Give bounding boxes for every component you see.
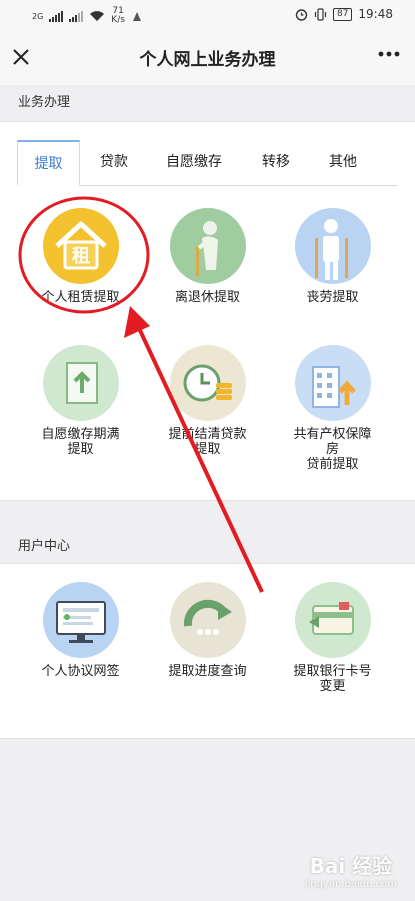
early-settlement-withdraw-item[interactable]: 提前结清贷款 提取 — [145, 345, 270, 457]
tab-voluntary-deposit[interactable]: 自愿缴存 — [148, 140, 240, 186]
disability-withdraw-label: 丧劳提取 — [306, 290, 359, 305]
shared-property-withdraw-label: 共有产权保障 房 贷前提取 — [293, 427, 372, 472]
clock-coins-icon — [169, 345, 246, 421]
notification-icon — [132, 12, 141, 21]
progress-arrow-icon — [169, 582, 246, 658]
disability-withdraw-item[interactable]: 丧劳提取 — [270, 208, 395, 305]
signal-icon — [49, 10, 64, 22]
user-center-section-title: 用户中心 — [18, 539, 71, 554]
watermark: Bai 经验 jingyan.baidu.com — [305, 850, 397, 890]
watermark-sub: jingyan.baidu.com — [304, 879, 397, 890]
wifi-icon — [90, 11, 105, 21]
shared-property-withdraw-item[interactable]: 共有产权保障 房 贷前提取 — [270, 345, 395, 472]
business-tabs: 提取 贷款 自愿缴存 转移 其他 — [17, 140, 397, 186]
voluntary-deposit-withdraw-label: 自愿缴存期满 提取 — [41, 427, 120, 457]
network-type: 2G — [32, 11, 44, 21]
net-speed: 71 K/s — [111, 6, 125, 25]
signal-icon-2 — [69, 10, 84, 22]
tab-withdraw[interactable]: 提取 — [17, 140, 80, 186]
bank-card-change-item[interactable]: 提取银行卡号 变更 — [270, 582, 395, 694]
monitor-contract-icon — [42, 582, 119, 658]
battery-icon: 87 — [332, 7, 353, 21]
retirement-withdraw-label: 离退休提取 — [174, 290, 240, 305]
status-right: 87 19:48 — [295, 7, 393, 21]
alarm-icon — [295, 8, 308, 21]
rent-withdraw-label: 个人租赁提取 — [41, 290, 120, 305]
status-bar: 2G 71 K/s 87 19:48 — [0, 0, 415, 30]
watermark-text: Bai 经验 — [309, 854, 393, 878]
user-center-card: 个人协议网签 提取进度查询 提取银行卡号 变更 — [0, 563, 415, 739]
building-icon — [294, 345, 371, 421]
page-title: 个人网上业务办理 — [139, 50, 276, 70]
voluntary-deposit-withdraw-item[interactable]: 自愿缴存期满 提取 — [18, 345, 143, 457]
tab-loan[interactable]: 贷款 — [80, 140, 148, 186]
agreement-sign-label: 个人协议网签 — [41, 664, 120, 679]
rent-house-icon: 租 — [42, 208, 119, 284]
nav-bar: 个人网上业务办理 — [0, 30, 415, 85]
progress-query-item[interactable]: 提取进度查询 — [145, 582, 270, 679]
elderly-person-icon — [169, 208, 246, 284]
early-settlement-withdraw-label: 提前结清贷款 提取 — [168, 427, 247, 457]
retirement-withdraw-item[interactable]: 离退休提取 — [145, 208, 270, 305]
more-icon[interactable] — [377, 42, 401, 72]
rent-badge-text: 租 — [72, 245, 90, 267]
bank-card-change-label: 提取银行卡号 变更 — [293, 664, 372, 694]
status-left: 2G 71 K/s — [32, 7, 143, 25]
rent-withdraw-item[interactable]: 租 个人租赁提取 — [18, 208, 143, 305]
progress-query-label: 提取进度查询 — [168, 664, 247, 679]
crutch-person-icon — [294, 208, 371, 284]
vibrate-icon — [314, 7, 327, 21]
document-upload-icon — [42, 345, 119, 421]
tab-other[interactable]: 其他 — [312, 140, 374, 186]
tab-transfer[interactable]: 转移 — [240, 140, 312, 186]
clock-time: 19:48 — [358, 7, 393, 21]
business-section-title: 业务办理 — [18, 95, 71, 110]
agreement-sign-item[interactable]: 个人协议网签 — [18, 582, 143, 679]
bank-card-icon — [294, 582, 371, 658]
business-card: 提取 贷款 自愿缴存 转移 其他 租 个人租赁提取 离退休提取 丧劳提取 自愿缴… — [0, 121, 415, 501]
